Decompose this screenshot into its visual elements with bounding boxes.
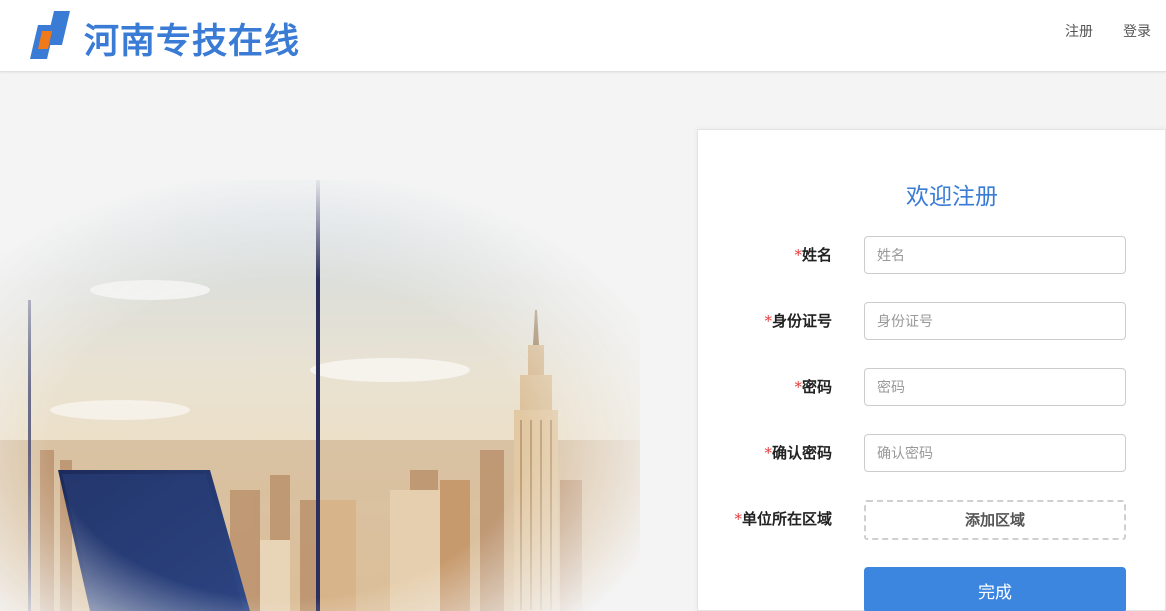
add-region-button[interactable]: 添加区域 [864,500,1126,540]
password-label: *密码 [794,378,832,396]
password-input[interactable] [864,368,1126,406]
region-label: *单位所在区域 [734,510,832,528]
nav-register-link[interactable]: 注册 [1065,21,1093,41]
id-number-label: *身份证号 [764,312,832,330]
submit-button[interactable]: 完成 [864,567,1126,611]
brand-logo-icon[interactable] [24,9,72,61]
required-mark: * [794,378,802,396]
required-mark: * [734,510,742,528]
required-mark: * [794,246,802,264]
panel-title: 欢迎注册 [906,184,998,210]
brand-name: 河南专技在线 [84,21,301,62]
city-skyline-illustration [0,180,640,611]
required-mark: * [764,312,772,330]
top-header: 河南专技在线 注册 登录 [0,0,1166,72]
id-number-input[interactable] [864,302,1126,340]
required-mark: * [764,444,772,462]
nav-login-link[interactable]: 登录 [1123,21,1151,41]
name-input[interactable] [864,236,1126,274]
confirm-password-input[interactable] [864,434,1126,472]
register-panel: 欢迎注册 *姓名 *身份证号 *密码 *确认密码 *单位所在区域 添加区域 完成 [697,129,1166,611]
name-label: *姓名 [794,246,832,264]
confirm-password-label: *确认密码 [764,444,832,462]
